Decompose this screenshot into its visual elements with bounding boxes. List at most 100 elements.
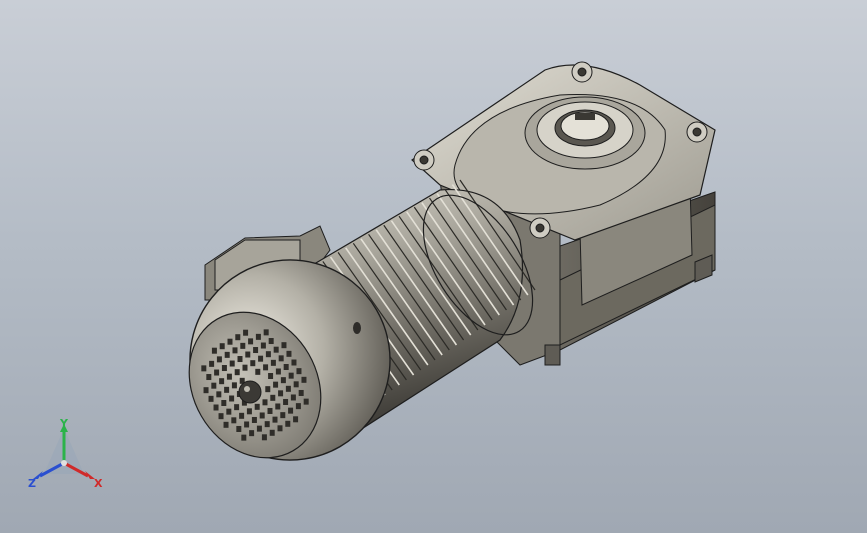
vent-slot	[214, 369, 220, 376]
vent-slot	[290, 394, 296, 401]
y-axis-label: Y	[59, 418, 69, 430]
vent-slot	[268, 373, 274, 379]
vent-slot	[244, 421, 250, 428]
vent-slot	[234, 404, 240, 411]
vent-slot	[223, 421, 229, 428]
vent-slot	[270, 359, 276, 366]
vent-slot	[268, 338, 274, 345]
vent-slot	[293, 381, 299, 388]
vent-slot	[264, 421, 270, 428]
vent-slot	[296, 368, 302, 375]
vent-slot	[241, 434, 247, 441]
vent-slot	[231, 382, 237, 389]
vent-slot	[293, 416, 299, 423]
vent-slot	[211, 382, 217, 389]
vent-slot	[208, 395, 214, 402]
vent-slot	[265, 386, 271, 393]
vent-slot	[201, 365, 207, 372]
vent-slot	[216, 356, 222, 363]
vent-slot	[229, 395, 235, 402]
vent-slot	[224, 351, 230, 358]
vent-slot	[259, 412, 265, 419]
vent-slot	[235, 334, 241, 341]
vent-slot	[229, 360, 235, 367]
vent-slot	[221, 400, 227, 406]
triad-origin	[61, 460, 67, 466]
vent-slot	[237, 356, 243, 363]
vent-slot	[273, 346, 279, 353]
vent-slot	[240, 342, 246, 349]
vent-slot	[262, 399, 268, 406]
vent-slot	[261, 434, 267, 441]
vent-slot	[218, 413, 224, 420]
vent-slot	[226, 408, 232, 415]
vent-slot	[203, 387, 209, 394]
vent-slot	[251, 416, 257, 423]
cover-screw-hole	[353, 322, 361, 334]
x-axis-label: X	[94, 477, 103, 490]
vent-slot	[281, 342, 287, 349]
vent-slot	[260, 342, 266, 349]
vent-slot	[236, 425, 242, 432]
vent-slot	[267, 407, 273, 414]
vent-slot	[219, 343, 225, 350]
vent-slot	[253, 347, 259, 354]
vent-slot	[209, 360, 215, 367]
vent-slot	[239, 412, 245, 419]
vent-slot	[280, 377, 286, 384]
vent-slot	[248, 338, 254, 345]
vent-slot	[227, 338, 233, 345]
vent-slot	[246, 408, 252, 415]
vent-slot	[272, 416, 278, 423]
vent-slot	[270, 394, 276, 401]
vent-slot	[286, 350, 292, 357]
vent-slot	[221, 365, 227, 372]
vent-slot	[258, 355, 264, 362]
vent-slot	[280, 412, 286, 419]
vent-slot	[263, 364, 269, 371]
vent-slot	[245, 351, 251, 358]
vent-slot	[219, 378, 225, 385]
vent-slot	[249, 430, 255, 437]
output-shaft-bore[interactable]	[524, 96, 646, 170]
vent-slot	[277, 425, 283, 432]
vent-slot	[283, 398, 289, 405]
vent-slot	[283, 364, 289, 370]
vent-slot	[263, 329, 269, 336]
vent-slot	[256, 425, 262, 432]
vent-slot	[232, 347, 238, 354]
vent-slot	[278, 390, 284, 397]
vent-slot	[213, 404, 219, 411]
vent-slot	[275, 403, 281, 410]
orientation-triad[interactable]: Y X Z	[24, 418, 104, 494]
vent-slot	[254, 403, 260, 410]
vent-slot	[291, 359, 297, 366]
vent-slot	[216, 391, 222, 398]
vent-slot	[226, 373, 232, 380]
z-axis-label: Z	[28, 477, 36, 490]
vent-slot	[265, 351, 271, 358]
vent-slot	[278, 355, 284, 362]
vent-slot	[273, 381, 279, 388]
cad-viewport[interactable]: Y X Z	[0, 0, 867, 533]
vent-slot	[288, 407, 294, 414]
gear-motor-model[interactable]	[0, 0, 867, 533]
vent-slot	[285, 420, 291, 427]
vent-slot	[243, 329, 249, 336]
vent-slot	[206, 374, 212, 381]
vent-slot	[285, 385, 291, 392]
vent-slot	[303, 398, 309, 405]
vent-slot	[288, 372, 294, 379]
vent-slot	[250, 360, 256, 367]
vent-slot	[255, 333, 261, 340]
vent-slot	[301, 376, 307, 383]
vent-slot	[295, 403, 301, 410]
vent-slot	[224, 386, 230, 393]
vent-slot	[242, 364, 248, 371]
vent-slot	[255, 368, 261, 375]
vent-slot	[211, 347, 217, 354]
vent-slot	[275, 368, 281, 375]
vent-slot	[231, 417, 237, 424]
vent-slot	[269, 429, 275, 436]
vent-slot	[234, 369, 240, 376]
